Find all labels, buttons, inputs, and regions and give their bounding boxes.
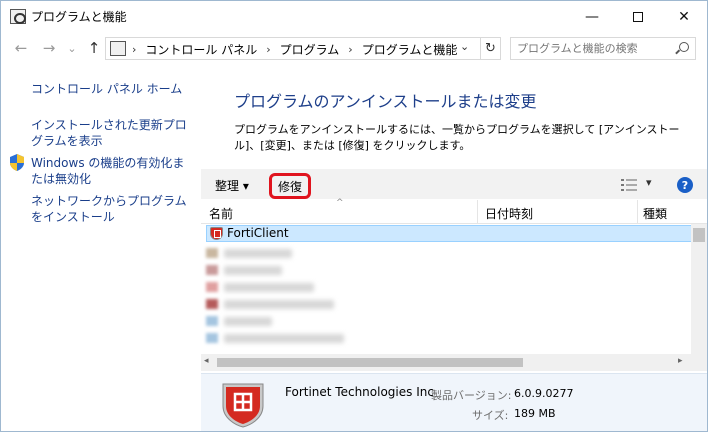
details-pane: Fortinet Technologies Inc 製品バージョン: 6.0.9…	[201, 373, 707, 431]
scrollbar-thumb[interactable]	[217, 358, 523, 367]
obscured-text	[224, 333, 344, 343]
list-header: 名前 ^ 日付時刻 種類	[201, 198, 707, 224]
main-content: プログラムのアンインストールまたは変更 プログラムをアンインストールするには、一…	[201, 65, 707, 431]
navigation-bar: ← → ⌄ ↑ › コントロール パネル › プログラム › プログラムと機能 …	[1, 32, 707, 65]
page-title: プログラムのアンインストールまたは変更	[234, 92, 537, 111]
obscured-text	[224, 299, 334, 309]
recent-locations-button[interactable]: ⌄	[63, 39, 81, 57]
minimize-button[interactable]: —	[569, 1, 615, 32]
scrollbar-thumb[interactable]	[693, 228, 705, 242]
organize-menu-button[interactable]: 整理 ▾	[215, 177, 249, 194]
maximize-icon	[633, 11, 643, 22]
sort-indicator: ^	[336, 198, 344, 208]
obscured-text	[224, 282, 314, 292]
up-button[interactable]: ↑	[85, 39, 103, 57]
program-icon	[206, 316, 218, 326]
breadcrumb-programs-features[interactable]: プログラムと機能	[362, 41, 458, 58]
list-item[interactable]	[206, 331, 344, 345]
size-value: 189 MB	[514, 407, 556, 420]
window-title: プログラムと機能	[31, 10, 127, 24]
page-description: プログラムをアンインストールするには、一覧からプログラムを選択して [アンインス…	[234, 123, 680, 152]
control-panel-icon	[110, 41, 126, 56]
obscured-text	[224, 265, 282, 275]
list-item[interactable]	[206, 246, 292, 260]
sidebar-link-installed-updates[interactable]: インストールされた更新プログラムを表示	[31, 117, 196, 149]
program-icon	[206, 265, 218, 275]
publisher-name: Fortinet Technologies Inc	[285, 385, 434, 399]
vertical-scrollbar[interactable]	[691, 224, 707, 354]
obscured-text	[224, 248, 292, 258]
list-item-name: FortiClient	[227, 226, 289, 240]
version-label: 製品バージョン:	[431, 389, 512, 402]
list-item[interactable]	[206, 263, 282, 277]
program-icon	[206, 299, 218, 309]
column-divider[interactable]	[477, 200, 478, 224]
program-icon	[206, 248, 218, 258]
view-options-icon[interactable]	[621, 179, 637, 191]
program-list: 名前 ^ 日付時刻 種類 FortiClient ◂ ▸	[201, 198, 707, 375]
column-header-date[interactable]: 日付時刻	[485, 205, 533, 222]
forticlient-icon	[210, 227, 223, 240]
column-header-name[interactable]: 名前	[209, 205, 233, 222]
sidebar-link-network-install[interactable]: ネットワークからプログラムをインストール	[31, 193, 196, 225]
scroll-right-button[interactable]: ▸	[678, 356, 683, 366]
program-icon	[206, 282, 218, 292]
list-item[interactable]	[206, 314, 272, 328]
view-dropdown-button[interactable]: ▾	[646, 176, 652, 189]
address-bar[interactable]: › コントロール パネル › プログラム › プログラムと機能 ⌄ ↻	[105, 37, 501, 60]
forward-button[interactable]: →	[40, 39, 58, 57]
horizontal-scrollbar[interactable]: ◂ ▸	[201, 354, 707, 371]
back-button[interactable]: ←	[12, 39, 30, 57]
uac-shield-icon	[10, 154, 24, 171]
maximize-button[interactable]	[615, 1, 661, 32]
search-box[interactable]	[510, 37, 696, 60]
column-header-type[interactable]: 種類	[643, 205, 667, 222]
column-divider[interactable]	[637, 200, 638, 224]
program-icon	[206, 333, 218, 343]
breadcrumb-separator[interactable]: ›	[348, 43, 352, 56]
breadcrumb-separator: ›	[132, 43, 137, 56]
obscured-text	[224, 316, 272, 326]
sidebar-link-home[interactable]: コントロール パネル ホーム	[31, 81, 182, 97]
command-bar: 整理 ▾ 修復 ▾ ?	[201, 169, 707, 199]
forticlient-shield-icon	[222, 383, 264, 428]
search-icon[interactable]	[679, 42, 689, 52]
address-dropdown-button[interactable]: ⌄	[460, 40, 469, 53]
help-button[interactable]: ?	[677, 177, 693, 193]
version-value: 6.0.9.0277	[514, 387, 574, 400]
list-item[interactable]	[206, 280, 314, 294]
breadcrumb-programs[interactable]: プログラム	[280, 41, 340, 58]
list-item[interactable]	[206, 297, 334, 311]
title-bar: プログラムと機能 — ✕	[1, 1, 707, 32]
sidebar: コントロール パネル ホーム インストールされた更新プログラムを表示 Windo…	[1, 65, 201, 431]
scroll-left-button[interactable]: ◂	[204, 356, 209, 366]
breadcrumb-separator[interactable]: ›	[266, 43, 270, 56]
breadcrumb-control-panel[interactable]: コントロール パネル	[145, 41, 257, 58]
window: プログラムと機能 — ✕ ← → ⌄ ↑ › コントロール パネル › プログラ…	[0, 0, 708, 432]
refresh-button[interactable]: ↻	[480, 38, 500, 59]
control-panel-icon	[10, 9, 26, 24]
repair-button[interactable]: 修復	[269, 173, 311, 199]
breadcrumb: › コントロール パネル › プログラム › プログラムと機能	[132, 41, 457, 58]
size-label: サイズ:	[472, 409, 509, 422]
search-input[interactable]	[517, 41, 667, 56]
close-button[interactable]: ✕	[661, 1, 707, 32]
sidebar-link-windows-features[interactable]: Windows の機能の有効化または無効化	[31, 155, 196, 187]
list-item-selected[interactable]: FortiClient	[206, 225, 692, 242]
